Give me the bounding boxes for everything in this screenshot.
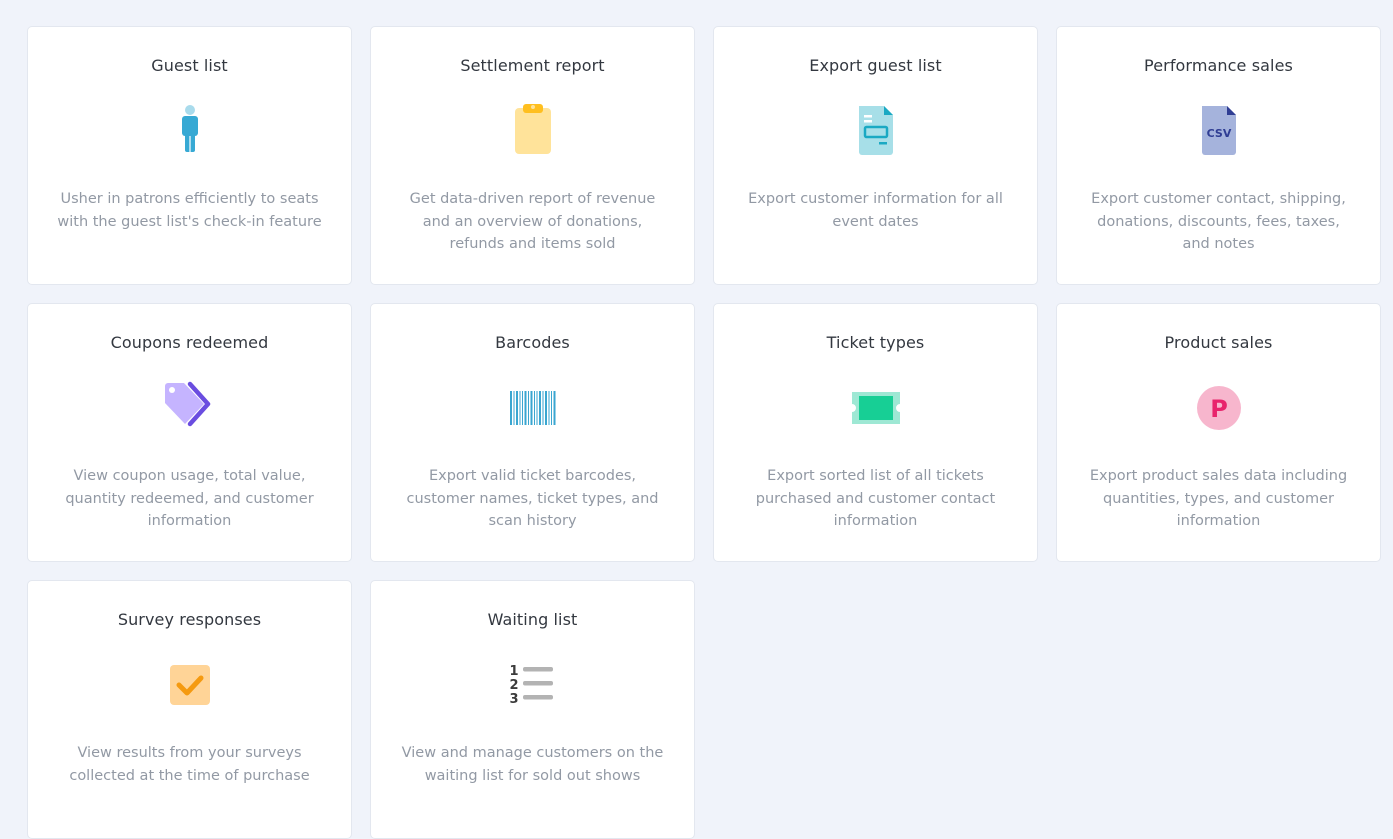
- card-title: Waiting list: [487, 610, 578, 629]
- document-export-icon: [846, 103, 906, 159]
- card-description: Export product sales data including quan…: [1089, 468, 1348, 529]
- card-title: Barcodes: [495, 333, 570, 352]
- card-title: Coupons redeemed: [110, 333, 269, 352]
- card-waiting-list[interactable]: Waiting list 1 2 3 View and manage custo…: [370, 580, 695, 839]
- card-description: View and manage customers on the waiting…: [401, 745, 664, 784]
- card-description: View results from your surveys collected…: [69, 745, 310, 784]
- card-title: Survey responses: [117, 610, 262, 629]
- reports-grid: Guest list Usher in patrons efficiently …: [27, 26, 1381, 839]
- list-number-3: 3: [509, 692, 518, 707]
- card-performance-sales[interactable]: Performance sales CSV Export customer co…: [1056, 26, 1381, 285]
- csv-file-icon: CSV: [1189, 103, 1249, 159]
- card-settlement-report[interactable]: Settlement report Get data-driven report…: [370, 26, 695, 285]
- card-title: Product sales: [1164, 333, 1273, 352]
- card-export-guest-list[interactable]: Export guest list Export customer inform…: [713, 26, 1038, 285]
- card-barcodes[interactable]: Barcodes Export valid ticket barcodes, c…: [370, 303, 695, 562]
- card-title: Guest list: [151, 56, 228, 75]
- card-product-sales[interactable]: Product sales P Export product sales dat…: [1056, 303, 1381, 562]
- checkbox-icon: [160, 657, 220, 713]
- card-guest-list[interactable]: Guest list Usher in patrons efficiently …: [27, 26, 352, 285]
- csv-label: CSV: [1206, 127, 1231, 140]
- list-number-1: 1: [509, 664, 518, 679]
- card-description: Export valid ticket barcodes, customer n…: [406, 468, 659, 529]
- card-description: Export customer contact, shipping, donat…: [1091, 191, 1346, 252]
- card-description: Export customer information for all even…: [748, 191, 1003, 230]
- product-p-icon: P: [1189, 380, 1249, 436]
- barcode-icon: [503, 380, 563, 436]
- card-title: Settlement report: [460, 56, 605, 75]
- card-title: Ticket types: [826, 333, 925, 352]
- card-description: Export sorted list of all tickets purcha…: [755, 468, 996, 529]
- card-description: View coupon usage, total value, quantity…: [65, 468, 314, 529]
- clipboard-icon: [503, 103, 563, 159]
- card-ticket-types[interactable]: Ticket types Export sorted list of all t…: [713, 303, 1038, 562]
- product-letter: P: [1210, 395, 1228, 423]
- tag-icon: [160, 380, 220, 436]
- ticket-icon: [846, 380, 906, 436]
- card-survey-responses[interactable]: Survey responses View results from your …: [27, 580, 352, 839]
- numbered-list-icon: 1 2 3: [503, 657, 563, 713]
- card-title: Performance sales: [1144, 56, 1293, 75]
- card-coupons-redeemed[interactable]: Coupons redeemed View coupon usage, tota…: [27, 303, 352, 562]
- list-number-2: 2: [509, 678, 518, 693]
- card-description: Usher in patrons efficiently to seats wi…: [57, 191, 322, 230]
- card-description: Get data-driven report of revenue and an…: [409, 191, 656, 252]
- card-title: Export guest list: [809, 56, 942, 75]
- person-icon: [160, 103, 220, 159]
